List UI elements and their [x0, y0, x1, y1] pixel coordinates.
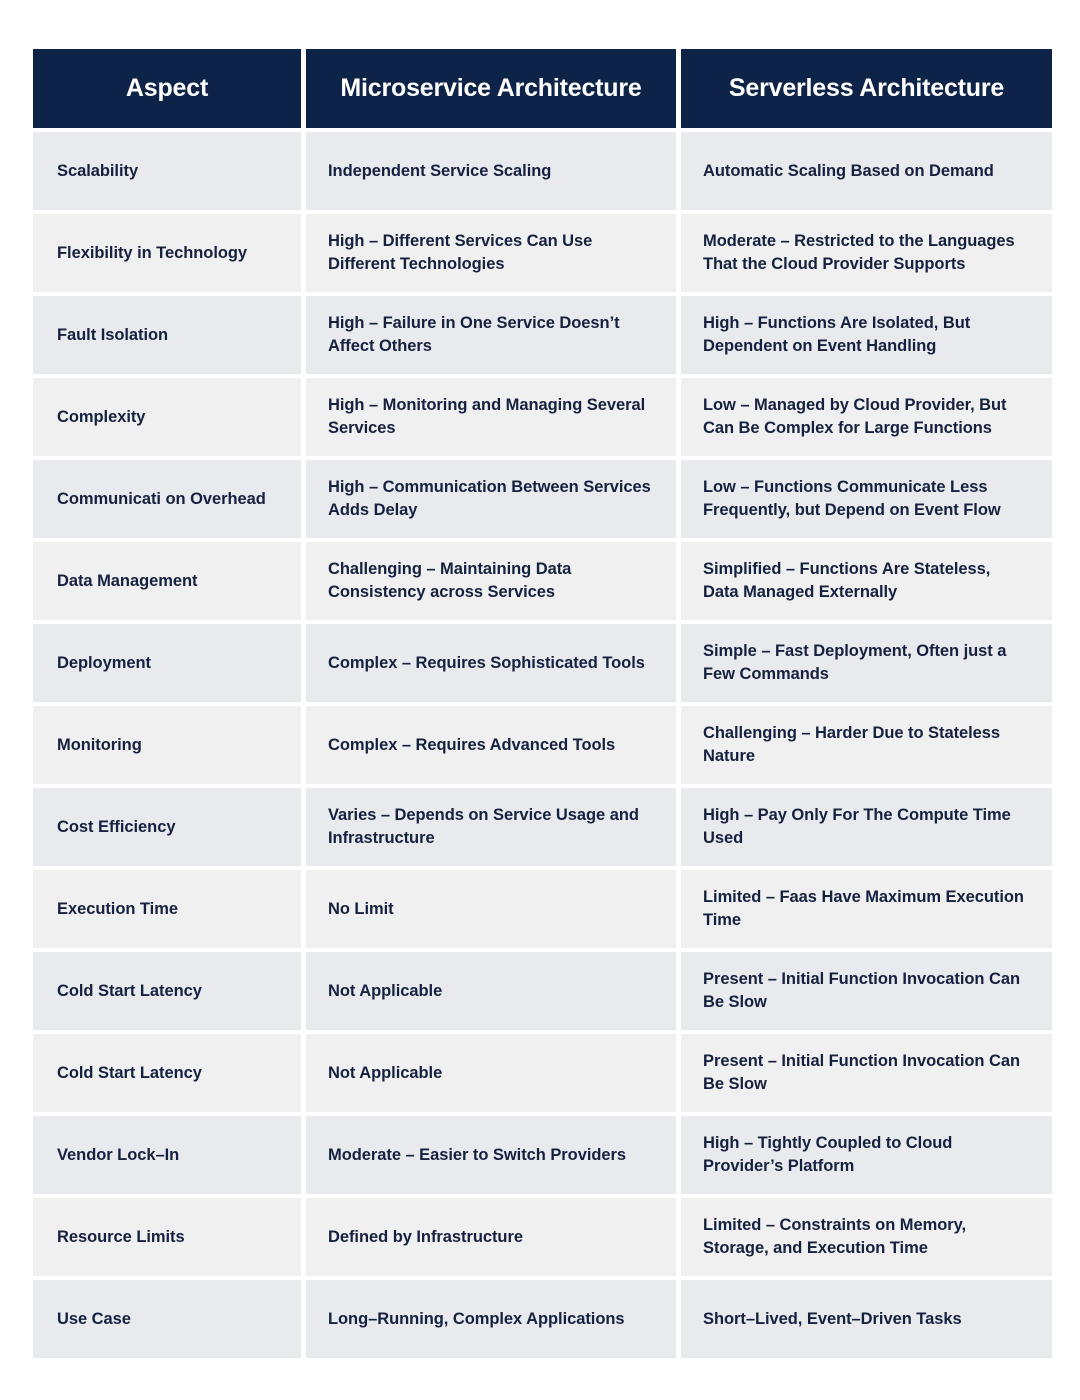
cell-aspect: Flexibility in Technology [33, 214, 301, 292]
table-row: Execution Time No Limit Limited – Faas Hav… [33, 870, 1052, 948]
cell-microservice: Varies – Depends on Service Usage and In… [306, 788, 676, 866]
cell-serverless: High – Pay Only For The Compute Time Use… [681, 788, 1052, 866]
cell-serverless: High – Tightly Coupled to Cloud Provider… [681, 1116, 1052, 1194]
table-row: Resource Limits Defined by Infrastructure… [33, 1198, 1052, 1276]
table-header-row: Aspect Microservice Architecture Serverl… [33, 49, 1052, 128]
cell-aspect: Deployment [33, 624, 301, 702]
cell-microservice: Not Applicable [306, 1034, 676, 1112]
cell-serverless: Low – Managed by Cloud Provider, But Can… [681, 378, 1052, 456]
cell-microservice: Not Applicable [306, 952, 676, 1030]
cell-aspect: Vendor Lock–In [33, 1116, 301, 1194]
cell-aspect: Cost Efficiency [33, 788, 301, 866]
cell-serverless: Simplified – Functions Are Stateless, Da… [681, 542, 1052, 620]
cell-microservice: High – Failure in One Service Doesn’t Af… [306, 296, 676, 374]
cell-microservice: Defined by Infrastructure [306, 1198, 676, 1276]
table-row: Complexity High – Monitoring and Managing… [33, 378, 1052, 456]
cell-aspect: Scalability [33, 132, 301, 210]
cell-microservice: High – Different Services Can Use Differ… [306, 214, 676, 292]
cell-aspect: Fault Isolation [33, 296, 301, 374]
cell-aspect: Execution Time [33, 870, 301, 948]
cell-serverless: Low – Functions Communicate Less Frequen… [681, 460, 1052, 538]
table-row: Communicati on Overhead High – Communicat… [33, 460, 1052, 538]
table-row: Cold Start Latency Not Applicable Present … [33, 952, 1052, 1030]
cell-serverless: Challenging – Harder Due to Stateless Na… [681, 706, 1052, 784]
table-row: Monitoring Complex – Requires Advanced To… [33, 706, 1052, 784]
cell-serverless: Automatic Scaling Based on Demand [681, 132, 1052, 210]
column-header-microservice: Microservice Architecture [306, 49, 676, 128]
column-header-serverless: Serverless Architecture [681, 49, 1052, 128]
cell-microservice: High – Communication Between Services Ad… [306, 460, 676, 538]
cell-serverless: Present – Initial Function Invocation Ca… [681, 952, 1052, 1030]
cell-aspect: Resource Limits [33, 1198, 301, 1276]
cell-serverless: High – Functions Are Isolated, But Depen… [681, 296, 1052, 374]
cell-aspect: Complexity [33, 378, 301, 456]
table-row: Fault Isolation High – Failure in One Ser… [33, 296, 1052, 374]
architecture-comparison-table: Aspect Microservice Architecture Serverl… [28, 45, 1057, 1362]
cell-microservice: Complex – Requires Advanced Tools [306, 706, 676, 784]
table-row: Cost Efficiency Varies – Depends on Servi… [33, 788, 1052, 866]
cell-serverless: Limited – Constraints on Memory, Storage… [681, 1198, 1052, 1276]
cell-microservice: Long–Running, Complex Applications [306, 1280, 676, 1358]
cell-serverless: Limited – Faas Have Maximum Execution Ti… [681, 870, 1052, 948]
cell-aspect: Cold Start Latency [33, 952, 301, 1030]
table-row: Data Management Challenging – Maintaining… [33, 542, 1052, 620]
cell-microservice: High – Monitoring and Managing Several S… [306, 378, 676, 456]
cell-aspect: Monitoring [33, 706, 301, 784]
table-row: Deployment Complex – Requires Sophisticat… [33, 624, 1052, 702]
table-row: Use Case Long–Running, Complex Applicatio… [33, 1280, 1052, 1358]
table-header: Aspect Microservice Architecture Serverl… [33, 49, 1052, 128]
cell-serverless: Moderate – Restricted to the Languages T… [681, 214, 1052, 292]
cell-aspect: Data Management [33, 542, 301, 620]
table-row: Cold Start Latency Not Applicable Present … [33, 1034, 1052, 1112]
cell-serverless: Simple – Fast Deployment, Often just a F… [681, 624, 1052, 702]
cell-serverless: Present – Initial Function Invocation Ca… [681, 1034, 1052, 1112]
table-row: Scalability Independent Service Scaling Au… [33, 132, 1052, 210]
cell-aspect: Use Case [33, 1280, 301, 1358]
cell-microservice: No Limit [306, 870, 676, 948]
table-row: Vendor Lock–In Moderate – Easier to Switc… [33, 1116, 1052, 1194]
cell-aspect: Cold Start Latency [33, 1034, 301, 1112]
cell-microservice: Moderate – Easier to Switch Providers [306, 1116, 676, 1194]
table-body: Scalability Independent Service Scaling Au… [33, 132, 1052, 1358]
table-row: Flexibility in Technology High – Differen… [33, 214, 1052, 292]
column-header-aspect: Aspect [33, 49, 301, 128]
cell-microservice: Independent Service Scaling [306, 132, 676, 210]
cell-microservice: Challenging – Maintaining Data Consisten… [306, 542, 676, 620]
cell-serverless: Short–Lived, Event–Driven Tasks [681, 1280, 1052, 1358]
cell-aspect: Communicati on Overhead [33, 460, 301, 538]
cell-microservice: Complex – Requires Sophisticated Tools [306, 624, 676, 702]
